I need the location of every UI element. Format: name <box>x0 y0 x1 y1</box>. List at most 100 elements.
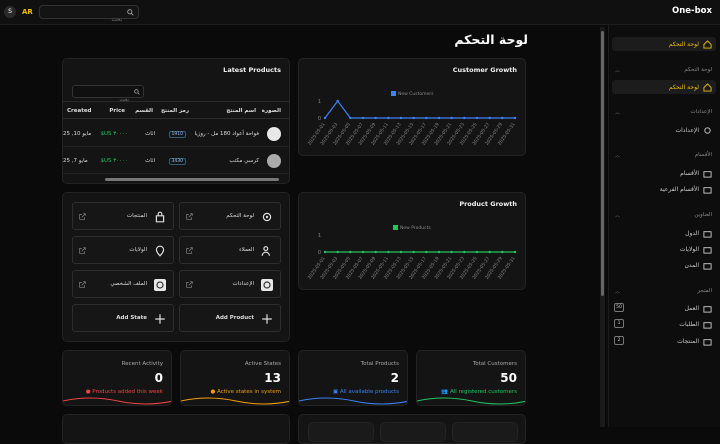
stat-wave <box>417 397 525 405</box>
sidebar-item-products[interactable]: المنتجات 2 <box>612 334 716 348</box>
global-search[interactable] <box>39 5 139 26</box>
bottom-tile[interactable] <box>452 422 518 442</box>
data-point <box>513 250 517 254</box>
stat-value: 13 <box>264 371 281 385</box>
bottom-tile[interactable] <box>308 422 374 442</box>
sidebar-item-label: المنتجات <box>677 337 699 345</box>
product-code: 3430 <box>168 158 186 165</box>
sidebar-item-label: الأقسام الفرعية <box>659 185 699 193</box>
column-header: Price <box>109 108 125 114</box>
chevron-up-icon[interactable]: ︿ <box>615 67 620 74</box>
avatar[interactable]: S <box>4 6 16 18</box>
bottom-card-left <box>62 414 290 444</box>
brand-logo[interactable]: One-box <box>672 6 712 16</box>
search-input[interactable] <box>40 14 138 26</box>
sidebar-item-dashboard[interactable]: لوحة التحكم <box>612 80 716 94</box>
column-header: اسم المنتج <box>226 108 256 114</box>
sidebar-item-label: لوحة التحكم <box>668 40 699 48</box>
external-link-icon <box>79 213 86 220</box>
sidebar-item-label: العمل <box>684 304 699 312</box>
sidebar-group-addresses[interactable]: العناوين <box>694 212 712 218</box>
quick-action-label: العملاء <box>239 247 254 253</box>
sidebar-item-settings[interactable]: الإعدادات <box>612 123 716 137</box>
count-badge: 1 <box>614 319 624 328</box>
quick-action-products[interactable]: المنتجات <box>72 202 174 230</box>
quick-action-customers[interactable]: العملاء <box>179 236 281 264</box>
folder-icon <box>703 305 712 313</box>
product-code: 1910 <box>168 131 186 138</box>
sidebar-item-cities[interactable]: المدن <box>612 258 716 272</box>
horizontal-scrollbar[interactable] <box>65 177 289 181</box>
data-point <box>501 250 504 254</box>
stat-title: Active States <box>244 361 281 367</box>
sidebar-group-categories[interactable]: الأقسام <box>695 152 712 158</box>
sidebar-item-orders[interactable]: الطلبات 1 <box>612 317 716 331</box>
chevron-up-icon[interactable]: ︿ <box>615 152 620 159</box>
chevron-up-icon[interactable]: ︿ <box>615 109 620 116</box>
chevron-up-icon[interactable]: ︿ <box>615 288 620 295</box>
top-bar: S AR One-box <box>0 0 720 26</box>
count-badge: 50 <box>614 303 624 312</box>
quick-action-label: الولايات <box>129 247 147 253</box>
data-point <box>399 250 403 254</box>
sidebar-item-categories[interactable]: الأقسام <box>612 166 716 180</box>
folder-icon <box>703 338 712 346</box>
y-tick-label: 1 <box>318 99 321 105</box>
sidebar-item-countries[interactable]: الدول <box>612 226 716 240</box>
settings-icon <box>704 126 711 134</box>
data-point <box>323 250 327 254</box>
plus-icon <box>262 314 272 324</box>
product-image <box>267 154 281 168</box>
product-name: فواحة أعواد 180 مل - روزيا <box>194 131 260 137</box>
sidebar-item-label: الأقسام <box>680 169 699 177</box>
quick-action-settings[interactable]: الإعدادات <box>179 270 281 298</box>
stat-recent-activity: Recent Activity 0 ● Products added this … <box>62 350 172 406</box>
product-price: $US ٣٠٠٠٠ <box>100 158 128 164</box>
sidebar-item-dashboard-top[interactable]: لوحة التحكم <box>612 37 716 51</box>
customer-growth-chart: 102025-05-012025-05-032025-05-052025-05-… <box>307 99 517 147</box>
bag-icon <box>155 211 165 223</box>
table-row[interactable]: كرسي مكتب 3430 اثاث $US ٣٠٠٠٠ مايو 7, 25 <box>63 148 289 174</box>
data-point <box>387 250 390 254</box>
stat-wave <box>63 397 171 405</box>
sidebar-item-label: الدول <box>685 229 699 237</box>
data-point <box>488 116 491 120</box>
sidebar-group-settings[interactable]: الإعدادات <box>690 109 712 115</box>
add-product-button[interactable]: Add Product <box>179 304 281 332</box>
bottom-tile[interactable] <box>380 422 446 442</box>
add-state-button[interactable]: Add State <box>72 304 174 332</box>
data-point <box>425 250 428 254</box>
data-point <box>349 116 352 120</box>
quick-action-states[interactable]: الولايات <box>72 236 174 264</box>
table-search[interactable] <box>72 85 144 106</box>
folder-icon <box>703 246 712 254</box>
quick-action-profile[interactable]: الملف الشخصي <box>72 270 174 298</box>
data-point <box>450 116 453 120</box>
sidebar-item-states[interactable]: الولايات <box>612 242 716 256</box>
scrollbar-thumb[interactable] <box>105 178 279 181</box>
sidebar-group-dashboard[interactable]: لوحة التحكم <box>684 67 712 73</box>
external-link-icon <box>186 247 193 254</box>
stat-value: 2 <box>390 371 399 385</box>
table-row[interactable]: فواحة أعواد 180 مل - روزيا 1910 اثاث $US… <box>63 121 289 147</box>
sidebar-item-label: لوحة التحكم <box>668 83 699 91</box>
folder-icon <box>703 230 712 238</box>
sidebar-item-label: المدن <box>684 261 699 269</box>
language-toggle[interactable]: AR <box>22 8 33 16</box>
data-point <box>412 250 415 254</box>
sidebar-item-subcategories[interactable]: الأقسام الفرعية <box>612 182 716 196</box>
chevron-up-icon[interactable]: ︿ <box>615 212 620 219</box>
sidebar-group-store[interactable]: المتجر <box>697 288 712 294</box>
quick-action-label: المنتجات <box>126 213 147 219</box>
scrollbar-thumb[interactable] <box>601 31 604 296</box>
data-point <box>450 250 453 254</box>
sidebar-item-work[interactable]: العمل 50 <box>612 301 716 315</box>
gear-icon <box>154 279 166 291</box>
stat-value: 0 <box>154 371 163 385</box>
data-point <box>374 116 377 120</box>
main-scrollbar[interactable] <box>600 27 605 427</box>
quick-actions-card: لوحة التحكم المنتجات العملاء الولايات ال… <box>62 192 290 342</box>
sidebar-item-label: الإعدادات <box>675 126 699 134</box>
column-header: القسم <box>135 108 153 114</box>
quick-action-dashboard[interactable]: لوحة التحكم <box>179 202 281 230</box>
